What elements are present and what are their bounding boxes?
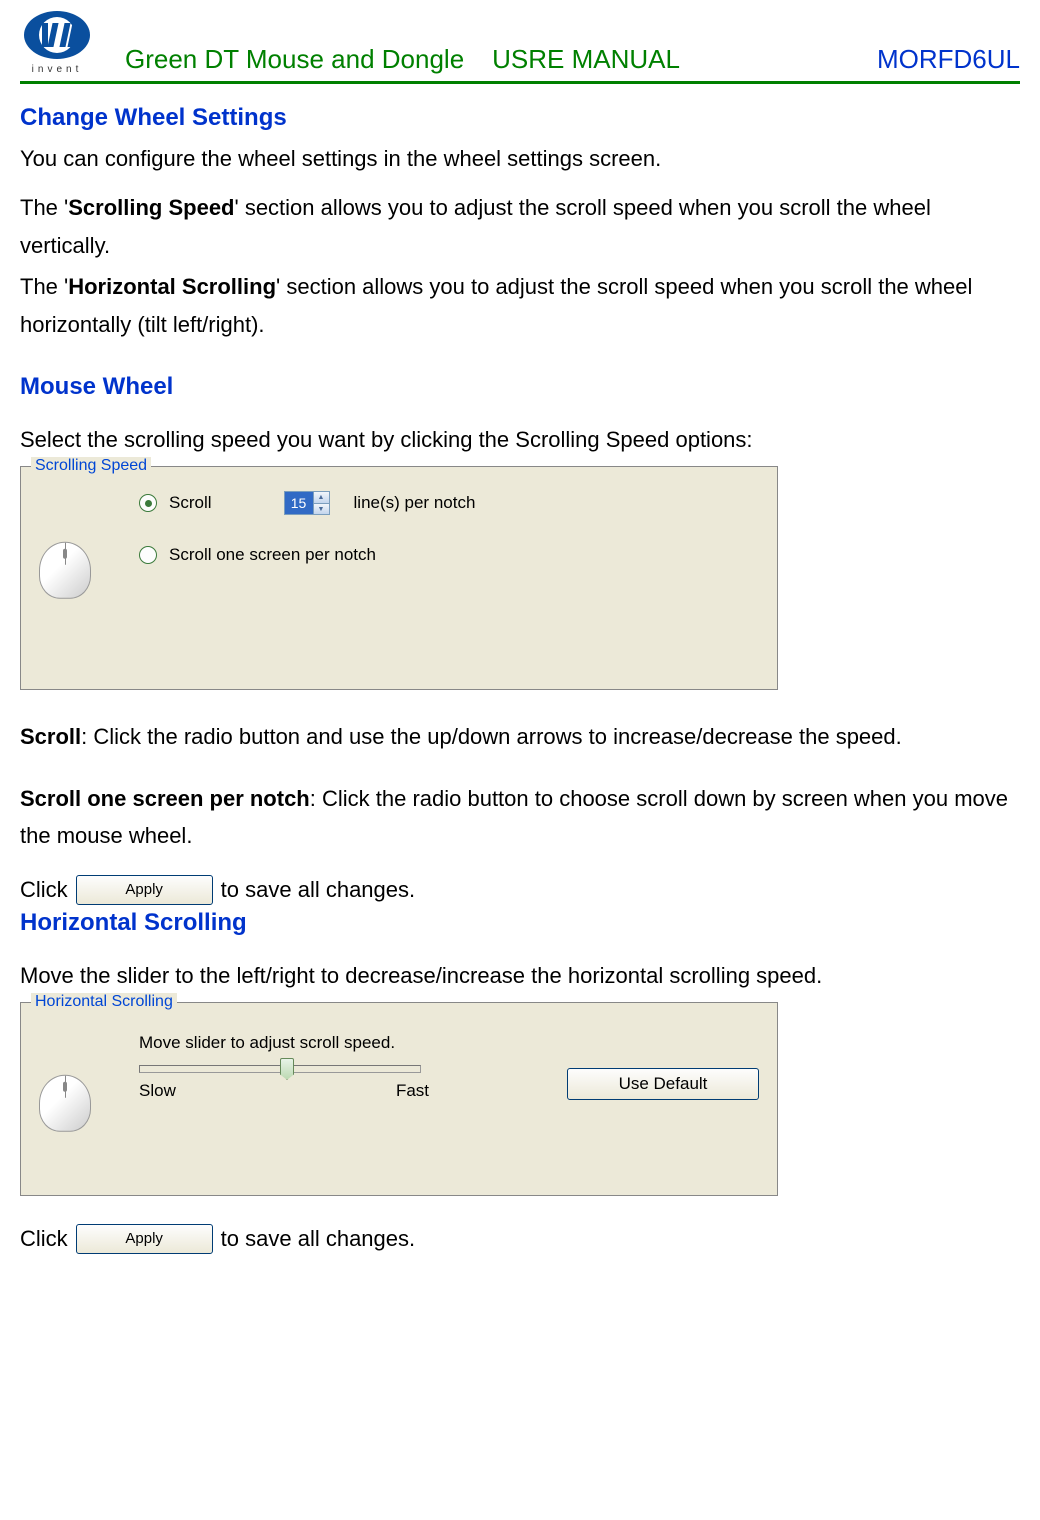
radio-scroll-lines-label: Scroll [169, 493, 212, 513]
header-title-product: Green DT Mouse and Dongle [125, 44, 464, 75]
radio-scroll-screen-label: Scroll one screen per notch [169, 545, 376, 565]
click-apply-line-2: Click Apply to save all changes. [20, 1224, 1020, 1254]
logo-subtext: invent [32, 64, 83, 75]
slider-slow-label: Slow [139, 1081, 176, 1101]
slider-instruction: Move slider to adjust scroll speed. [139, 1033, 759, 1053]
term-horizontal-scrolling: Horizontal Scrolling [68, 274, 276, 299]
radio-scroll-screen[interactable] [139, 546, 157, 564]
scroll-speed-slider[interactable] [139, 1065, 421, 1073]
heading-horizontal-scrolling: Horizontal Scrolling [20, 909, 1020, 937]
apply-button[interactable]: Apply [76, 1224, 213, 1254]
header-title-doctype: USRE MANUAL [492, 44, 680, 75]
click-apply-line-1: Click Apply to save all changes. [20, 875, 1020, 905]
apply-button[interactable]: Apply [76, 875, 213, 905]
panel-legend-scrolling-speed: Scrolling Speed [31, 457, 151, 475]
para-scrolling-speed: The 'Scrolling Speed' section allows you… [20, 189, 1020, 264]
intro-mouse-wheel: Select the scrolling speed you want by c… [20, 421, 1020, 458]
intro-change-wheel: You can configure the wheel settings in … [20, 140, 1020, 177]
mouse-icon [39, 1075, 91, 1132]
scroll-lines-row: Scroll 15 ▲ ▼ line(s) per notch [139, 491, 759, 515]
spinner-down-icon[interactable]: ▼ [313, 504, 329, 515]
desc-scroll: Scroll: Click the radio button and use t… [20, 718, 1020, 755]
slider-thumb[interactable] [280, 1058, 294, 1080]
scroll-screen-row: Scroll one screen per notch [139, 545, 759, 565]
para-horizontal-scrolling: The 'Horizontal Scrolling' section allow… [20, 268, 1020, 343]
lines-per-notch-label: line(s) per notch [354, 493, 476, 513]
header-title-model: MORFD6UL [877, 44, 1020, 75]
mouse-icon [39, 542, 91, 599]
heading-mouse-wheel: Mouse Wheel [20, 373, 1020, 401]
lines-per-notch-spinner[interactable]: 15 ▲ ▼ [284, 491, 330, 515]
spinner-up-icon[interactable]: ▲ [313, 492, 329, 504]
use-default-button[interactable]: Use Default [567, 1068, 759, 1100]
header-titles: Green DT Mouse and Dongle USRE MANUAL MO… [125, 44, 1020, 75]
heading-change-wheel: Change Wheel Settings [20, 104, 1020, 132]
panel-legend-horizontal: Horizontal Scrolling [31, 993, 177, 1011]
radio-scroll-lines[interactable] [139, 494, 157, 512]
term-scrolling-speed: Scrolling Speed [68, 195, 234, 220]
scrolling-speed-panel: Scrolling Speed Scroll 15 ▲ ▼ line(s) pe… [20, 466, 778, 690]
spinner-value: 15 [285, 492, 313, 514]
page-header: invent Green DT Mouse and Dongle USRE MA… [20, 10, 1020, 84]
horizontal-scrolling-panel: Horizontal Scrolling Move slider to adju… [20, 1002, 778, 1196]
hp-logo: invent [20, 10, 95, 75]
document-page: invent Green DT Mouse and Dongle USRE MA… [0, 0, 1040, 1294]
slider-fast-label: Fast [396, 1081, 429, 1101]
intro-horizontal-scrolling: Move the slider to the left/right to dec… [20, 957, 1020, 994]
desc-scroll-screen: Scroll one screen per notch: Click the r… [20, 780, 1020, 855]
